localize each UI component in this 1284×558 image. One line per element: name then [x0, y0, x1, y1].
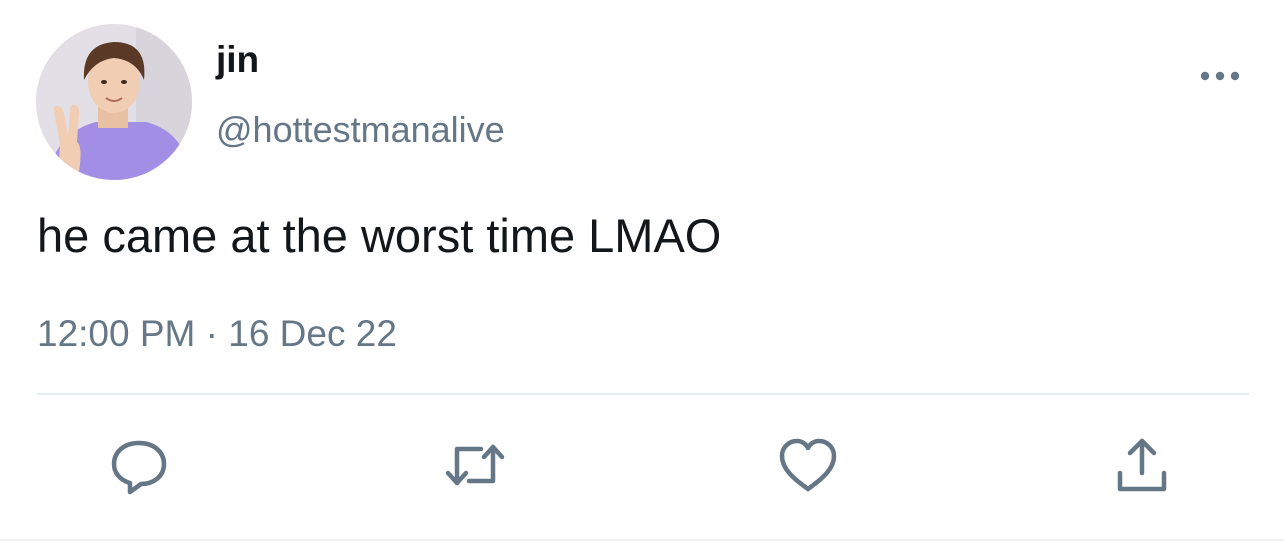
heart-icon: [779, 438, 837, 492]
retweet-icon: [445, 444, 505, 486]
reply-button[interactable]: [104, 430, 174, 500]
more-horizontal-icon: [1200, 71, 1240, 81]
share-icon: [1117, 438, 1167, 492]
like-button[interactable]: [773, 430, 843, 500]
more-options-button[interactable]: [1196, 58, 1244, 94]
retweet-button[interactable]: [440, 430, 510, 500]
tweet-timestamp[interactable]: 12:00 PM · 16 Dec 22: [37, 310, 397, 358]
share-button[interactable]: [1107, 430, 1177, 500]
reply-icon: [111, 440, 167, 495]
profile-photo: [36, 24, 192, 180]
tweet-text: he came at the worst time LMAO: [37, 209, 722, 262]
bottom-divider: [0, 539, 1284, 541]
author-handle[interactable]: @hottestmanalive: [216, 108, 505, 152]
author-display-name[interactable]: jin: [216, 36, 259, 84]
action-bar: [0, 430, 1284, 500]
tweet-card: jin @hottestmanalive he came at the wors…: [0, 0, 1284, 558]
avatar[interactable]: [36, 24, 192, 180]
divider: [37, 393, 1249, 395]
